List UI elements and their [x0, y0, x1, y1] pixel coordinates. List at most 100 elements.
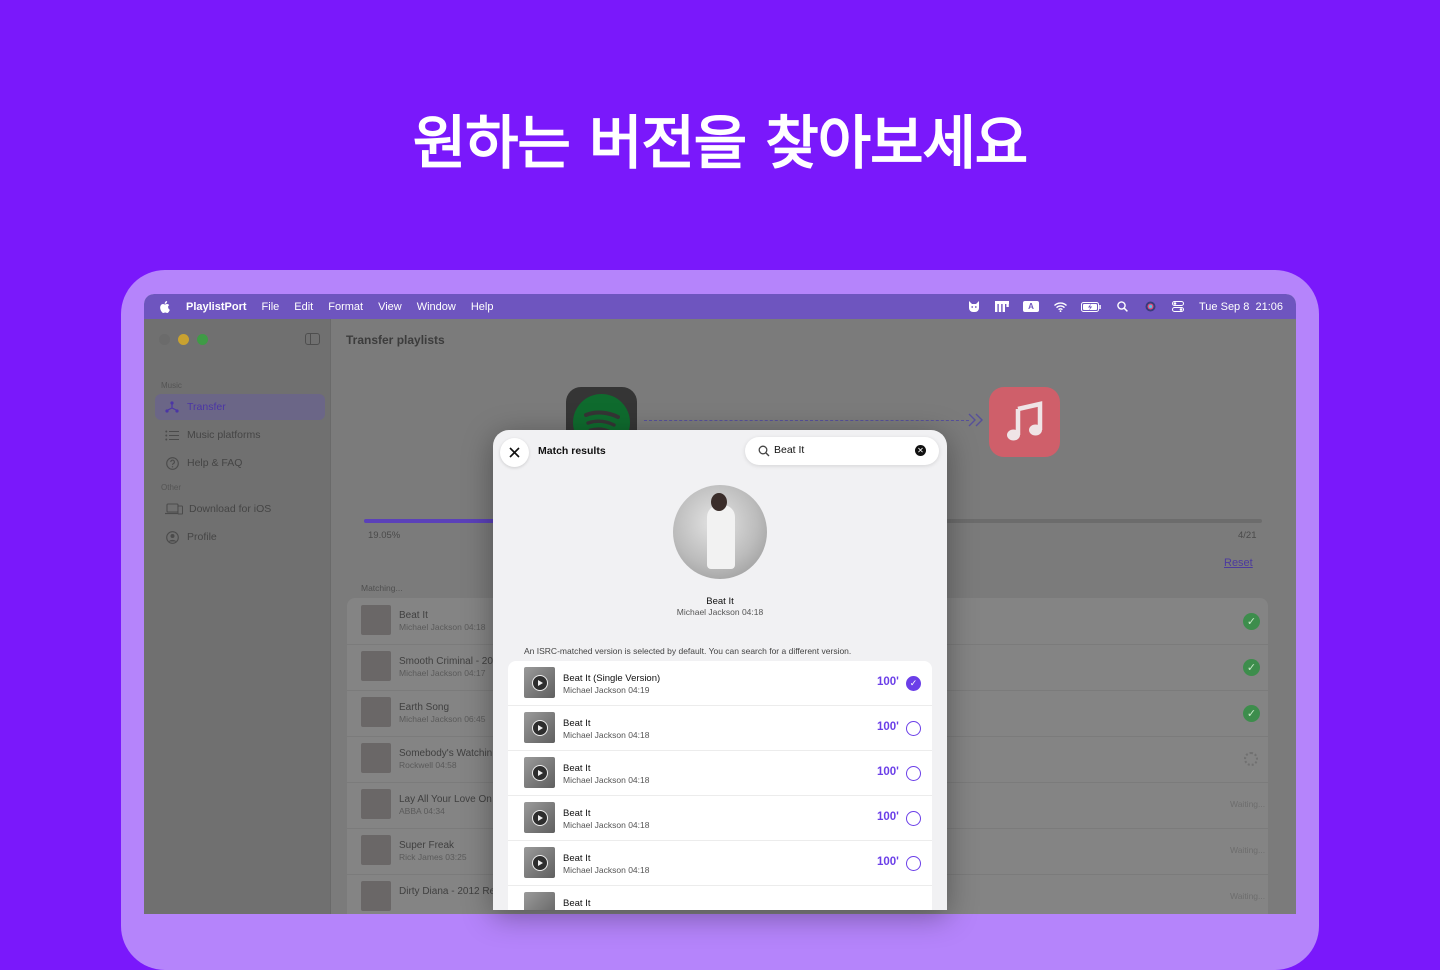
- result-row[interactable]: Beat It Michael Jackson 04:18 100': [508, 796, 932, 841]
- match-score: 100': [877, 811, 899, 823]
- match-score: 100': [877, 721, 899, 733]
- reset-link[interactable]: Reset: [1224, 557, 1253, 569]
- track-title: Smooth Criminal - 20: [399, 656, 493, 667]
- match-results-modal: Match results ✕ Beat It Michael Jackson …: [493, 430, 947, 910]
- clear-search-icon[interactable]: ✕: [915, 445, 926, 456]
- result-album-art: [524, 667, 555, 698]
- play-icon[interactable]: [531, 764, 548, 781]
- sidebar-item-label: Download for iOS: [189, 503, 272, 515]
- play-icon[interactable]: [531, 674, 548, 691]
- input-source-indicator[interactable]: A: [1023, 301, 1039, 312]
- menu-app-name[interactable]: PlaylistPort: [186, 301, 247, 313]
- spotlight-search-icon[interactable]: [1115, 301, 1129, 313]
- sidebar-item-label: Transfer: [187, 401, 226, 413]
- menu-edit[interactable]: Edit: [294, 301, 313, 313]
- sidebar-item-profile[interactable]: Profile: [155, 524, 325, 550]
- page-title: Transfer playlists: [346, 333, 445, 347]
- selected-track-title: Beat It: [706, 596, 734, 607]
- match-score: 100': [877, 676, 899, 688]
- menu-bar: PlaylistPort File Edit Format View Windo…: [144, 294, 1296, 319]
- traffic-lights: [159, 334, 208, 345]
- result-row[interactable]: Beat It (Single Version) Michael Jackson…: [508, 661, 932, 706]
- result-title: Beat It: [563, 718, 591, 729]
- play-icon[interactable]: [531, 854, 548, 871]
- isrc-note: An ISRC-matched version is selected by d…: [524, 646, 852, 656]
- result-album-art: [524, 712, 555, 743]
- zoom-window-button[interactable]: [197, 334, 208, 345]
- sidebar-section-music: Music: [161, 381, 182, 390]
- result-album-art: [524, 847, 555, 878]
- radio-button[interactable]: [906, 721, 921, 736]
- selected-album-art: [673, 485, 767, 579]
- loading-spinner-icon: [1244, 752, 1258, 766]
- result-row[interactable]: Beat It Michael Jackson 04:18 100': [508, 706, 932, 751]
- battery-icon[interactable]: [1081, 301, 1101, 313]
- question-icon: [165, 456, 179, 470]
- track-meta: Michael Jackson 04:18: [399, 622, 486, 632]
- menu-bar-clock[interactable]: Tue Sep 8 21:06: [1199, 301, 1283, 313]
- radio-selected-checkmark-icon[interactable]: ✓: [906, 676, 921, 691]
- track-title: Earth Song: [399, 702, 450, 713]
- album-art: [361, 881, 391, 911]
- play-icon[interactable]: [531, 719, 548, 736]
- track-meta: ABBA 04:34: [399, 806, 445, 816]
- close-window-button[interactable]: [159, 334, 170, 345]
- menu-file[interactable]: File: [262, 301, 280, 313]
- match-score: 100': [877, 766, 899, 778]
- result-album-art: [524, 757, 555, 788]
- radio-button[interactable]: [906, 856, 921, 871]
- selected-track-meta: Michael Jackson 04:18: [676, 607, 764, 617]
- progress-count: 4/21: [1238, 530, 1257, 541]
- sidebar-item-transfer[interactable]: Transfer: [155, 394, 325, 420]
- modal-title: Match results: [538, 445, 606, 457]
- menu-window[interactable]: Window: [417, 301, 456, 313]
- track-title: Super Freak: [399, 840, 455, 851]
- sidebar-item-download-ios[interactable]: Download for iOS: [155, 496, 325, 522]
- result-row[interactable]: Beat It Michael Jackson 04:18 100': [508, 841, 932, 886]
- radio-button[interactable]: [906, 811, 921, 826]
- track-title: Somebody's Watchin: [399, 748, 493, 759]
- track-meta: Rockwell 04:58: [399, 760, 457, 770]
- album-art: [361, 697, 391, 727]
- search-input[interactable]: [774, 443, 904, 457]
- wifi-icon[interactable]: [1053, 301, 1067, 313]
- result-row[interactable]: Beat It: [508, 886, 932, 910]
- result-title: Beat It: [563, 853, 591, 864]
- waiting-status: Waiting...: [1230, 845, 1266, 855]
- radio-button[interactable]: [906, 766, 921, 781]
- track-title: Beat It: [399, 610, 428, 621]
- control-center-icon[interactable]: [1171, 301, 1185, 313]
- sidebar-item-help-faq[interactable]: Help & FAQ: [155, 450, 325, 476]
- close-modal-button[interactable]: [500, 438, 529, 467]
- headline: 원하는 버전을 찾아보세요: [412, 109, 1028, 177]
- sidebar-section-other: Other: [161, 483, 182, 492]
- menu-view[interactable]: View: [378, 301, 402, 313]
- cat-icon[interactable]: [967, 301, 981, 313]
- apple-icon[interactable]: [159, 300, 170, 313]
- transfer-icon: [165, 401, 179, 413]
- menu-help[interactable]: Help: [471, 301, 494, 313]
- sidebar-item-music-platforms[interactable]: Music platforms: [155, 422, 325, 448]
- track-title: Dirty Diana - 2012 Re: [399, 886, 496, 897]
- result-title: Beat It: [563, 808, 591, 819]
- laptop-phone-icon: [165, 503, 183, 515]
- minimize-window-button[interactable]: [178, 334, 189, 345]
- waiting-status: Waiting...: [1230, 799, 1266, 809]
- sidebar: Music Transfer Music platforms Help & FA…: [144, 319, 331, 914]
- apple-music-logo: [989, 387, 1060, 457]
- check-circle-icon: ✓: [1243, 613, 1260, 630]
- sidebar-item-label: Profile: [187, 531, 217, 543]
- result-row[interactable]: Beat It Michael Jackson 04:18 100': [508, 751, 932, 796]
- result-title: Beat It (Single Version): [563, 673, 661, 684]
- menu-format[interactable]: Format: [328, 301, 363, 313]
- sidebar-toggle-icon[interactable]: [305, 333, 320, 345]
- result-album-art: [524, 892, 555, 910]
- play-icon[interactable]: [531, 809, 548, 826]
- album-art: [361, 835, 391, 865]
- person-icon: [165, 530, 179, 544]
- track-meta: Michael Jackson 04:17: [399, 668, 486, 678]
- siri-icon[interactable]: [1143, 301, 1157, 313]
- search-field[interactable]: ✕: [745, 437, 939, 465]
- result-meta: Michael Jackson 04:18: [563, 775, 650, 785]
- bars-icon[interactable]: [995, 301, 1009, 313]
